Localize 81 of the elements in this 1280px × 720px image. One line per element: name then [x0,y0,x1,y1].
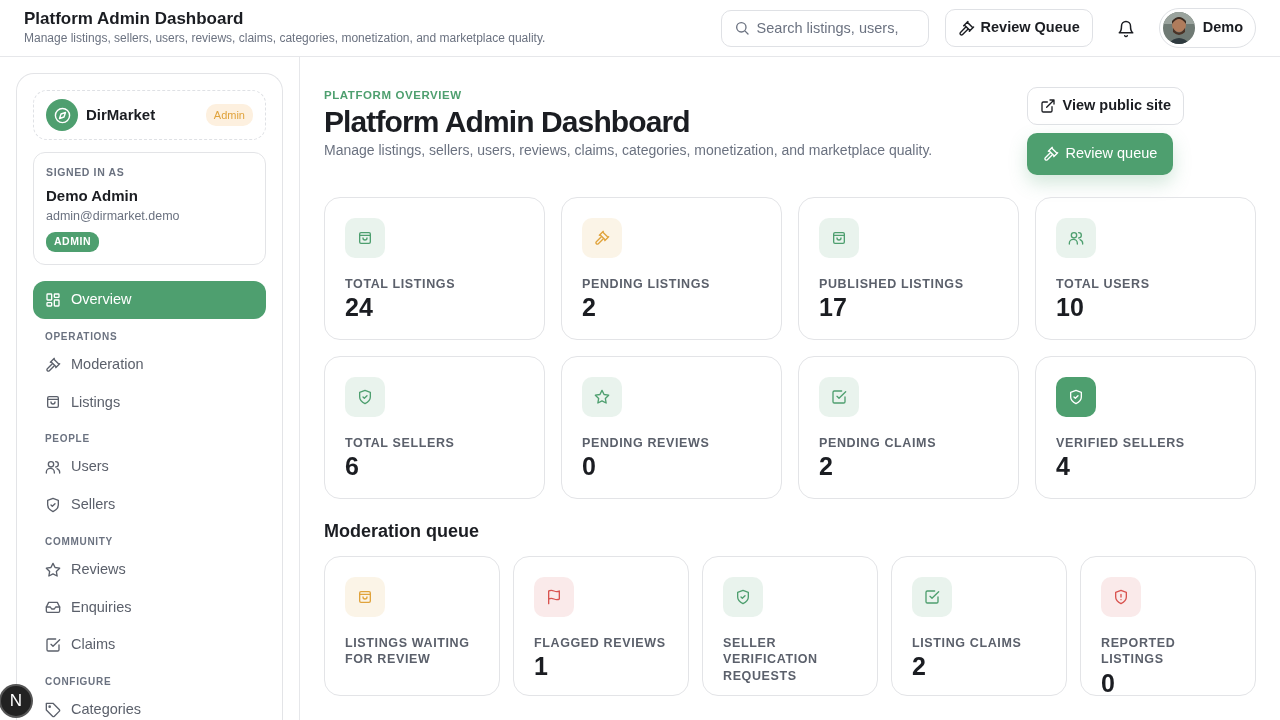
star-icon [594,388,610,405]
checkbox-icon [831,388,847,405]
sidebar-item[interactable]: Claims [33,626,266,664]
nav-section-heading: COMMUNITY [44,534,114,549]
nav-section-heading: CONFIGURE [44,675,113,689]
stat-value: 4 [1056,450,1071,481]
stat-value: 2 [819,450,834,481]
inbox-icon [45,599,61,616]
page-description: Manage listings, sellers, users, reviews, claims, categories, monetization, and marketplace quality. [324,141,933,161]
page-eyebrow: PLATFORM OVERVIEW [324,88,463,103]
app-title: Platform Admin Dashboard [24,8,245,30]
search-icon [733,19,750,36]
stat-label: SELLER VERIFICATION REQUESTS [723,635,819,684]
stat-label: PUBLISHED LISTINGS [819,275,965,292]
star-icon [45,561,61,578]
nav-section-heading: PEOPLE [44,432,91,447]
stat-label: LISTINGS WAITING FOR REVIEW [345,635,471,668]
page-title: Platform Admin Dashboard [324,104,691,141]
users-icon [1068,229,1084,246]
stat-label: TOTAL SELLERS [345,434,456,451]
sidebar-item[interactable]: Reviews [33,550,266,589]
shield-check-icon [1068,388,1084,405]
sidebar-item[interactable]: Users [33,448,266,486]
stat-label: LISTING CLAIMS [912,635,1023,652]
stat-label: FLAGGED REVIEWS [534,635,667,652]
review-queue-button[interactable]: Review Queue [944,9,1093,47]
stat-label: VERIFIED SELLERS [1056,434,1186,451]
stat-value: 17 [819,291,848,322]
account-name: Demo Admin [46,185,139,206]
search-field[interactable]: Search listings, users, [720,9,929,47]
sidebar-item[interactable]: Categories [33,691,266,720]
brand-name: DirMarket [86,104,156,125]
gavel-icon [594,229,610,246]
bag-icon [831,229,847,246]
stat-value: 1 [534,651,549,682]
stat-label: PENDING LISTINGS [582,275,712,292]
shield-check-icon [735,589,751,606]
shield-check-icon [357,388,373,405]
bag-icon [45,394,61,411]
stat-value: 0 [582,450,597,481]
stat-value: 2 [582,291,597,322]
stat-label: REPORTED LISTINGS [1101,635,1177,668]
user-menu-button[interactable]: Demo [1158,8,1256,48]
bell-icon [1116,19,1135,38]
logo-icon [46,99,78,131]
role-badge: Admin [205,103,253,127]
sidebar-item[interactable]: Listings [33,383,266,422]
role-badge: ADMIN [46,232,100,252]
bag-icon [357,229,373,246]
shield-check-icon [45,496,61,513]
checkbox-icon [924,589,940,606]
stat-label: TOTAL USERS [1056,275,1151,292]
gavel-icon [957,19,975,37]
shield-alert-icon [1113,589,1129,606]
stat-value: 24 [345,291,374,322]
stat-value: 0 [1101,667,1116,698]
stat-value: 6 [345,450,360,481]
sidebar-item[interactable]: Sellers [33,486,266,524]
tag-icon [45,701,61,718]
sidebar-item[interactable]: Enquiries [33,588,266,627]
sidebar-item[interactable]: Moderation [33,345,266,384]
stat-value: 10 [1056,291,1085,322]
gavel-icon [1043,145,1060,162]
nav-section-heading: OPERATIONS [44,329,119,344]
view-site-button[interactable]: View public site [1027,87,1184,125]
section-title: Moderation queue [324,520,480,543]
stat-label: PENDING REVIEWS [582,434,711,451]
gavel-icon [45,356,61,373]
users-icon [45,459,61,476]
external-link-icon [1040,97,1057,114]
app-subtitle: Manage listings, sellers, users, reviews, claims, categories, monetization, and marketplace quality. [24,30,546,48]
stat-label: PENDING CLAIMS [819,434,938,451]
flag-icon [546,589,562,606]
bag-icon [357,589,373,606]
account-caption: SIGNED IN AS [46,165,126,180]
dev-tools-button[interactable]: N [1,686,31,716]
stat-label: TOTAL LISTINGS [345,275,457,292]
stat-value: 2 [912,651,927,682]
checkbox-icon [45,637,61,654]
account-email: admin@dirmarket.demo [46,208,181,226]
grid-icon [45,291,61,308]
